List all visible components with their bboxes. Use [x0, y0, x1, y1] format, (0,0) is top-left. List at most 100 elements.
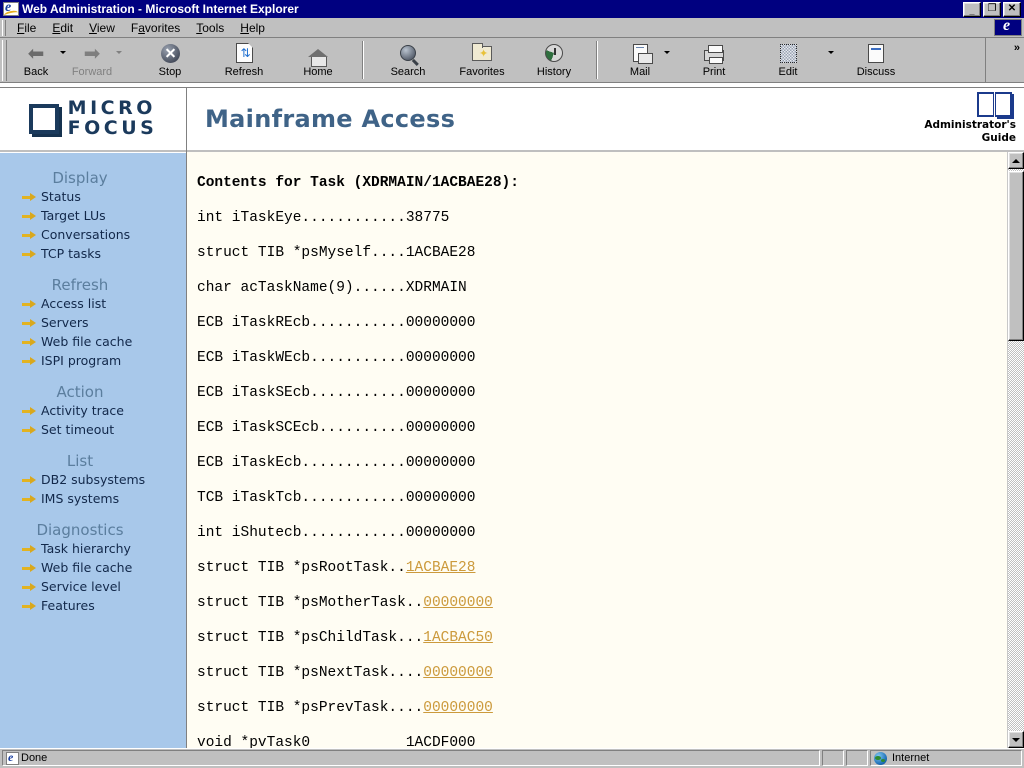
- menu-view[interactable]: View: [81, 19, 123, 37]
- toolbar-forward-label: Forward: [71, 66, 113, 78]
- task-field-row: ECB iTaskSEcb...........00000000: [197, 376, 1007, 411]
- toolbar-overflow-chevron-icon[interactable]: »: [1014, 42, 1020, 54]
- sidebar-item-ims-systems[interactable]: IMS systems: [0, 490, 186, 509]
- task-field-list: int iTaskEye............38775 struct TIB …: [197, 201, 1007, 748]
- toolbar-mail-label: Mail: [629, 66, 651, 78]
- arrow-bullet-icon: [22, 212, 38, 221]
- sidebar-group-list: List DB2 subsystems IMS systems: [0, 452, 186, 509]
- toolbar-overflow-area[interactable]: »: [985, 38, 1024, 82]
- sidebar-heading-refresh: Refresh: [51, 276, 109, 294]
- admin-guide-line-1: Administrator's: [924, 119, 1016, 131]
- toolbar-history-button[interactable]: History: [528, 38, 580, 85]
- scrollbar-track[interactable]: [1008, 169, 1024, 731]
- menu-edit[interactable]: Edit: [44, 19, 81, 37]
- scrollbar-thumb[interactable]: [1008, 171, 1024, 341]
- task-field-row: struct TIB *psRootTask..1ACBAE28: [197, 551, 1007, 586]
- minimize-button[interactable]: _: [963, 1, 981, 17]
- title-bar: Web Administration - Microsoft Internet …: [0, 0, 1024, 18]
- toolbar-favorites-button[interactable]: ✦ Favorites: [456, 38, 508, 85]
- zone-text: Internet: [892, 752, 930, 764]
- sidebar-item-servers[interactable]: Servers: [0, 314, 186, 333]
- sidebar-item-ispi-program[interactable]: ISPI program: [0, 352, 186, 371]
- sidebar-item-features[interactable]: Features: [0, 597, 186, 616]
- scroll-down-button[interactable]: [1008, 731, 1024, 748]
- ie-window: Web Administration - Microsoft Internet …: [0, 0, 1024, 768]
- toolbar-stop-label: Stop: [158, 66, 182, 78]
- sidebar-item-web-file-cache-refresh[interactable]: Web file cache: [0, 333, 186, 352]
- search-icon: [395, 41, 421, 65]
- mail-icon: [627, 41, 653, 65]
- ie-brand-logo: [994, 19, 1022, 36]
- refresh-icon: ⇅: [231, 41, 257, 65]
- edit-dropdown-arrow-icon[interactable]: [828, 51, 834, 54]
- sidebar-group-refresh: Refresh Access list Servers Web file cac…: [0, 276, 186, 371]
- task-field-text: TCB iTaskTcb............00000000: [197, 490, 476, 506]
- sidebar-item-access-list[interactable]: Access list: [0, 295, 186, 314]
- sidebar-item-web-file-cache-diag[interactable]: Web file cache: [0, 559, 186, 578]
- content-scroll-area: Contents for Task (XDRMAIN/1ACBAE28): in…: [187, 152, 1024, 748]
- menu-help[interactable]: Help: [232, 19, 273, 37]
- security-zone-panel[interactable]: Internet: [870, 750, 1022, 766]
- sidebar-item-set-timeout[interactable]: Set timeout: [0, 421, 186, 440]
- stop-icon: [157, 41, 183, 65]
- toolbar-back-button[interactable]: ⬅ Back: [10, 38, 62, 85]
- sidebar-heading-diagnostics: Diagnostics: [36, 521, 124, 539]
- toolbar-refresh-button[interactable]: ⇅ Refresh: [218, 38, 270, 85]
- task-field-text: ECB iTaskSEcb...........00000000: [197, 385, 476, 401]
- sidebar-item-status[interactable]: Status: [0, 188, 186, 207]
- arrow-bullet-icon: [22, 476, 38, 485]
- sidebar-item-activity-trace[interactable]: Activity trace: [0, 402, 186, 421]
- sidebar-item-target-lus[interactable]: Target LUs: [0, 207, 186, 226]
- sidebar-item-task-hierarchy[interactable]: Task hierarchy: [0, 540, 186, 559]
- globe-icon: [874, 751, 887, 765]
- scroll-up-button[interactable]: [1008, 152, 1024, 169]
- sidebar-item-label: Status: [41, 189, 81, 204]
- sidebar-heading-list: List: [66, 452, 94, 470]
- back-arrow-icon: ⬅: [27, 41, 45, 65]
- sidebar-nav: Display Status Target LUs Conversations …: [0, 152, 186, 748]
- toolbar-back-label: Back: [23, 66, 49, 78]
- sidebar-item-label: Conversations: [41, 227, 131, 242]
- history-icon: [541, 41, 567, 65]
- administrators-guide-link[interactable]: Administrator's Guide: [924, 90, 1016, 145]
- task-contents: Contents for Task (XDRMAIN/1ACBAE28): in…: [187, 152, 1007, 748]
- task-field-row: struct TIB *psPrevTask....00000000: [197, 691, 1007, 726]
- sidebar-item-label: TCP tasks: [41, 246, 101, 261]
- sidebar-item-tcp-tasks[interactable]: TCP tasks: [0, 245, 186, 264]
- menu-grip[interactable]: [2, 19, 6, 36]
- brand-line-1: MICRO: [67, 97, 156, 120]
- maximize-button[interactable]: ❐: [983, 1, 1001, 17]
- arrow-bullet-icon: [22, 319, 38, 328]
- menu-file[interactable]: File: [9, 19, 44, 37]
- task-field-text: struct TIB *psPrevTask....: [197, 700, 424, 716]
- close-button[interactable]: ✕: [1003, 1, 1021, 17]
- sidebar-item-label: Features: [41, 598, 95, 613]
- menu-bar: File Edit View Favorites Tools Help: [0, 18, 1024, 38]
- task-pointer-link[interactable]: 00000000: [423, 595, 493, 611]
- toolbar-mail-button[interactable]: Mail: [614, 38, 666, 85]
- toolbar-edit-button[interactable]: Edit: [762, 38, 814, 85]
- task-pointer-link[interactable]: 1ACBAE28: [406, 560, 476, 576]
- task-pointer-link[interactable]: 1ACBAC50: [423, 630, 493, 646]
- sidebar-item-service-level[interactable]: Service level: [0, 578, 186, 597]
- toolbar-grip[interactable]: [2, 40, 7, 81]
- menu-favorites[interactable]: Favorites: [123, 19, 188, 37]
- toolbar-home-button[interactable]: Home: [292, 38, 344, 85]
- toolbar-forward-button[interactable]: ➡ Forward: [66, 38, 118, 85]
- toolbar-print-button[interactable]: Print: [688, 38, 740, 85]
- arrow-bullet-icon: [22, 407, 38, 416]
- menu-tools[interactable]: Tools: [188, 19, 232, 37]
- vertical-scrollbar[interactable]: [1007, 152, 1024, 748]
- task-pointer-link[interactable]: 00000000: [423, 700, 493, 716]
- sidebar-item-db2-subsystems[interactable]: DB2 subsystems: [0, 471, 186, 490]
- toolbar-search-button[interactable]: Search: [382, 38, 434, 85]
- toolbar-stop-button[interactable]: Stop: [144, 38, 196, 85]
- arrow-bullet-icon: [22, 250, 38, 259]
- toolbar-discuss-button[interactable]: Discuss: [850, 38, 902, 85]
- task-pointer-link[interactable]: 00000000: [423, 665, 493, 681]
- sidebar-item-label: Set timeout: [41, 422, 115, 437]
- micro-focus-square-icon: [28, 104, 59, 134]
- forward-arrow-icon: ➡: [83, 41, 101, 65]
- sidebar-item-conversations[interactable]: Conversations: [0, 226, 186, 245]
- sidebar-item-label: Target LUs: [41, 208, 106, 223]
